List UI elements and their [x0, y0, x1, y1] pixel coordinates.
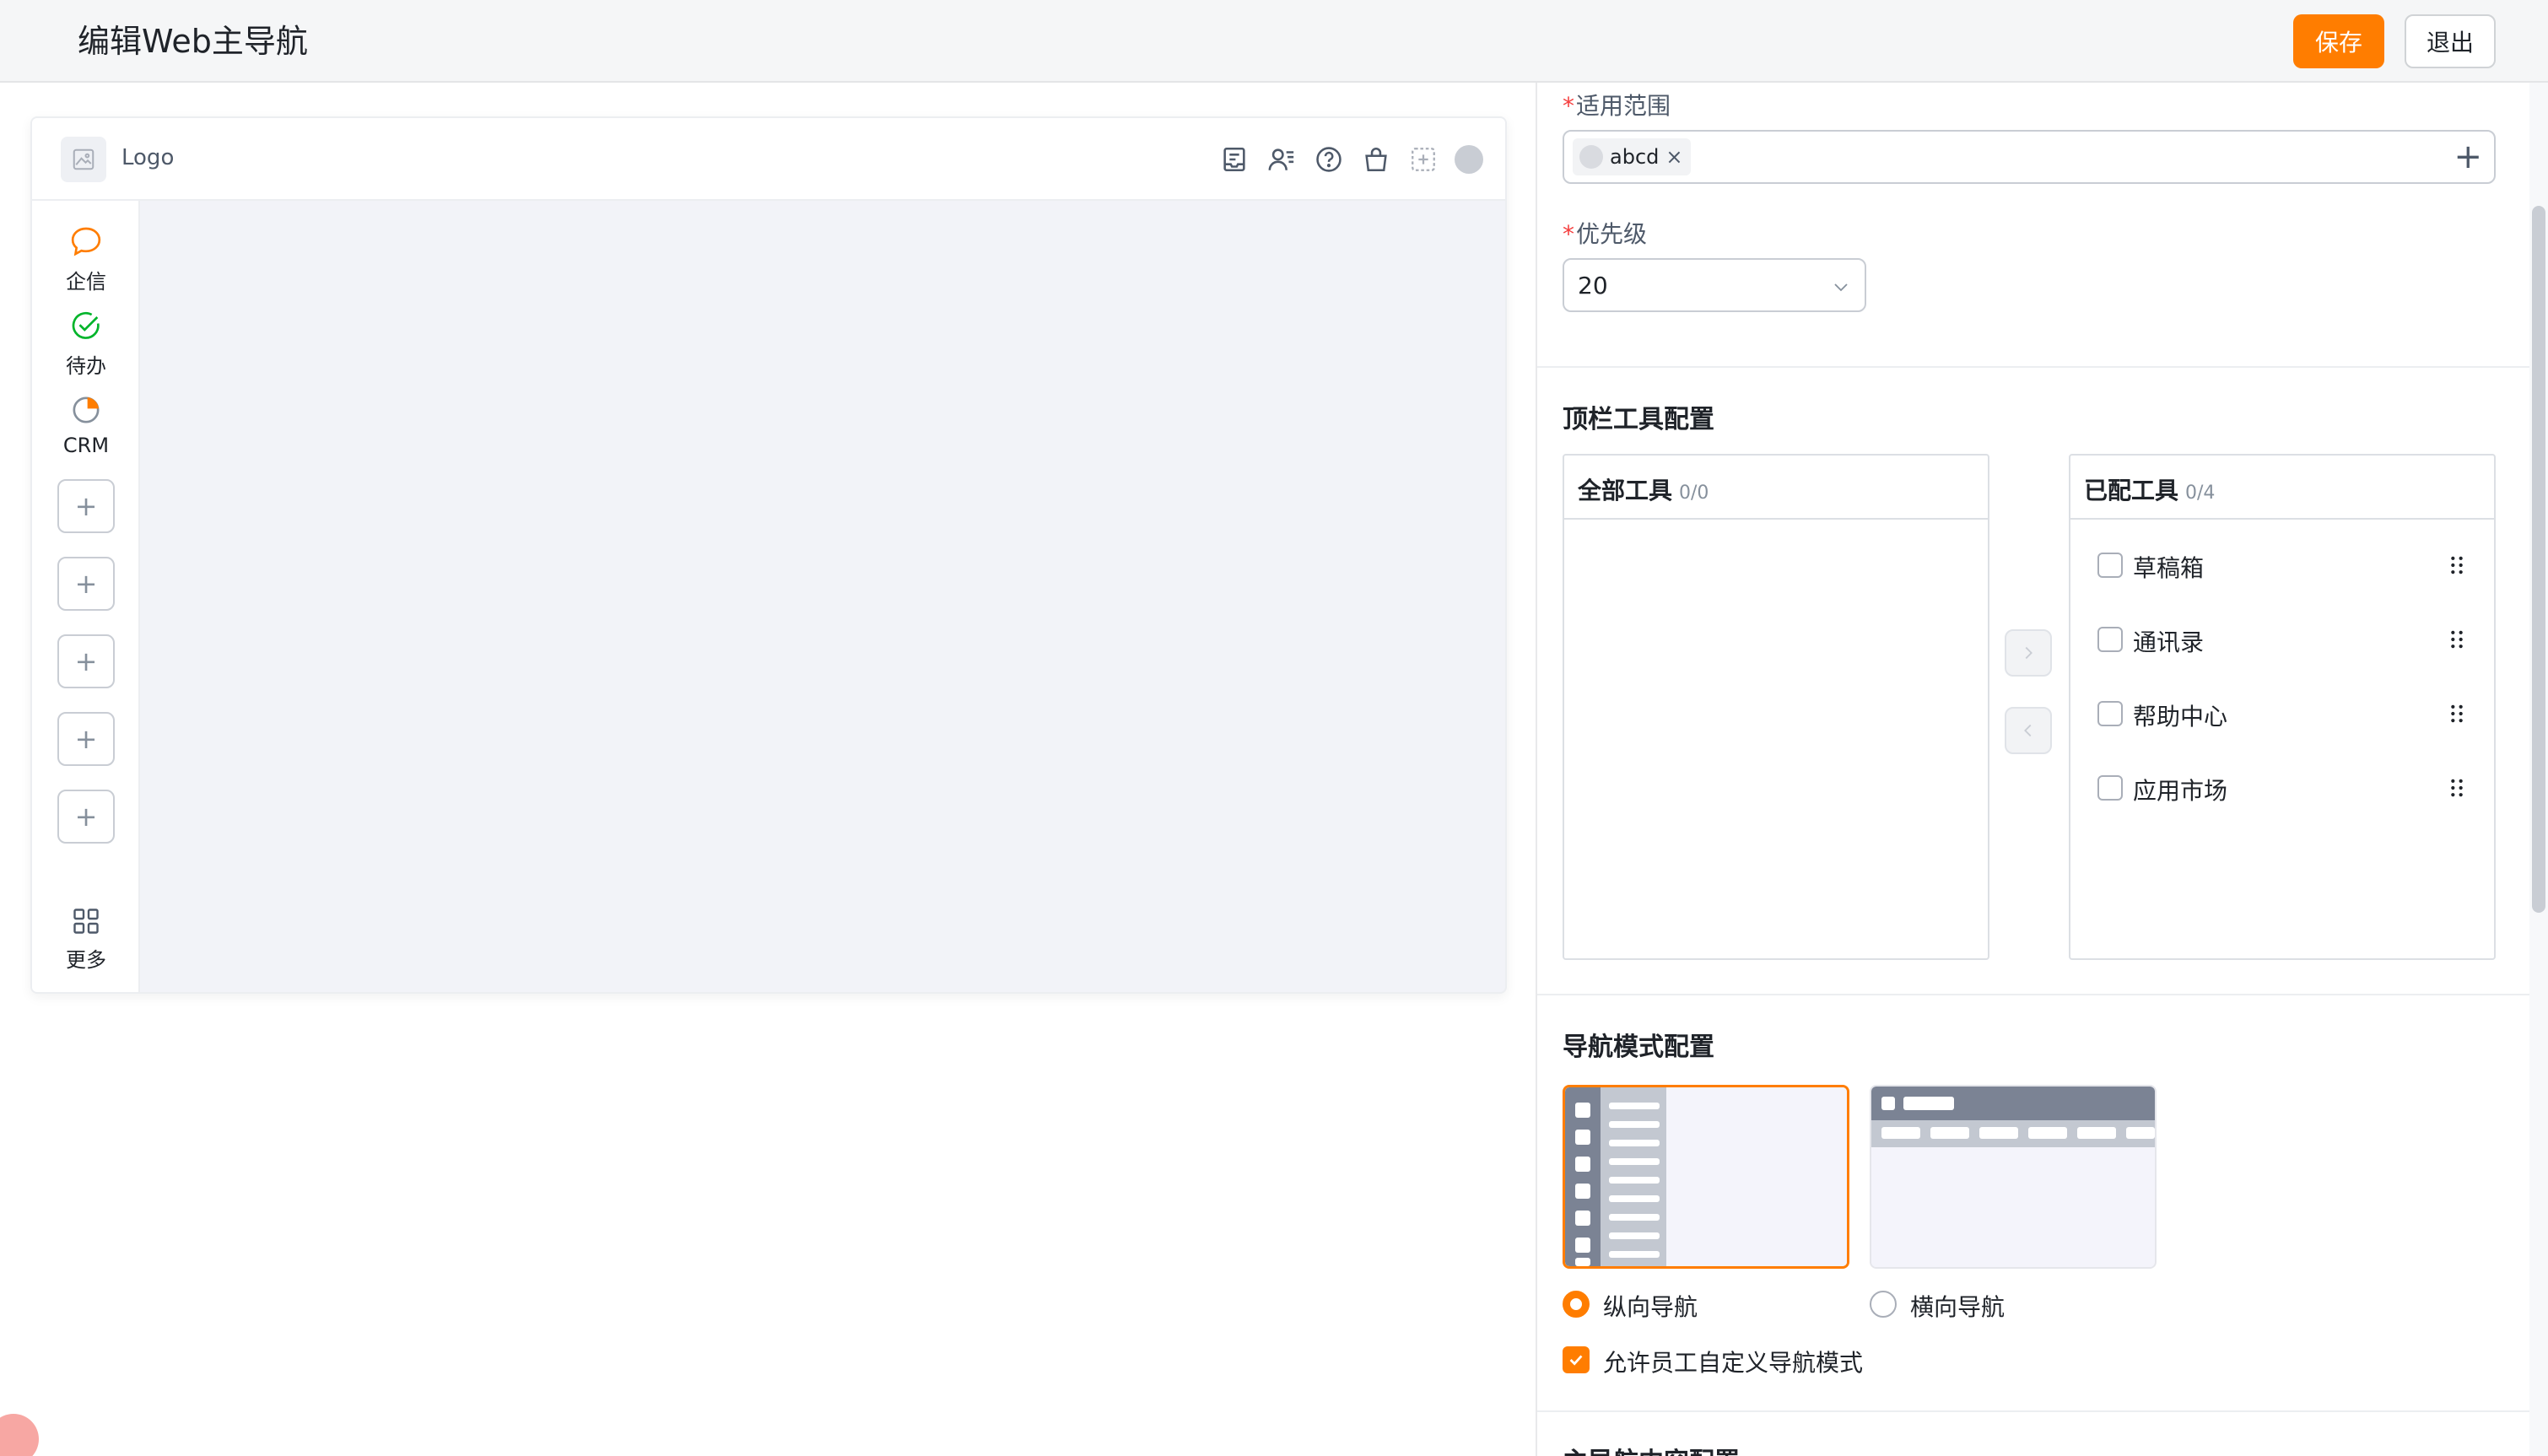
side-app-label: 企信 — [66, 270, 106, 294]
all-tools-title: 全部工具 — [1578, 477, 1673, 504]
drag-handle-icon[interactable] — [2445, 628, 2469, 651]
avatar[interactable] — [1455, 145, 1483, 174]
scope-label: *适用范围 — [1563, 88, 1671, 121]
priority-label: *优先级 — [1563, 216, 1647, 250]
panel-scroll-thumb[interactable] — [2532, 206, 2545, 913]
tag-close-icon[interactable]: × — [1665, 145, 1682, 169]
section-divider — [1537, 994, 2529, 995]
add-dashed-icon[interactable] — [1409, 145, 1438, 174]
configured-tools-count: 0/4 — [2185, 483, 2216, 504]
horizontal-nav-label[interactable]: 横向导航 — [1910, 1289, 2005, 1323]
app-store-icon[interactable] — [1362, 145, 1390, 174]
allow-custom-label[interactable]: 允许员工自定义导航模式 — [1603, 1345, 1863, 1378]
drag-handle-icon[interactable] — [2445, 702, 2469, 725]
side-app-crm[interactable]: CRM — [32, 393, 140, 457]
section-divider — [1537, 1410, 2529, 1412]
tool-checkbox[interactable] — [2097, 627, 2123, 652]
nav-mode-title: 导航模式配置 — [1563, 1033, 1714, 1062]
configured-tools-header: 已配工具 0/4 — [2070, 456, 2494, 520]
horizontal-nav-thumbnail — [1871, 1087, 2155, 1267]
toolbar-config-title: 顶栏工具配置 — [1563, 405, 1714, 434]
vertical-nav-thumbnail — [1565, 1087, 1847, 1266]
save-button[interactable]: 保存 — [2293, 14, 2384, 68]
horizontal-nav-radio[interactable] — [1870, 1291, 1897, 1318]
allow-custom-checkbox[interactable] — [1563, 1346, 1590, 1373]
logo-label: Logo — [121, 145, 175, 170]
tool-name: 帮助中心 — [2133, 703, 2228, 731]
page-header: 编辑Web主导航 保存 退出 — [0, 0, 2548, 83]
section-divider — [1537, 366, 2529, 368]
list-item[interactable]: 通讯录 — [2097, 619, 2469, 660]
add-app-slot[interactable]: + — [57, 634, 115, 688]
chevron-right-icon — [2025, 646, 2032, 660]
list-item[interactable]: 应用市场 — [2097, 768, 2469, 808]
drag-handle-icon[interactable] — [2445, 553, 2469, 577]
scope-label-text: 适用范围 — [1576, 92, 1671, 120]
tag-avatar-icon — [1579, 145, 1603, 169]
all-tools-list: 全部工具 0/0 — [1563, 454, 1989, 960]
contacts-icon[interactable] — [1267, 145, 1296, 174]
add-app-slot[interactable]: + — [57, 479, 115, 533]
vertical-nav-card[interactable] — [1563, 1085, 1849, 1269]
scope-add-icon[interactable]: + — [2454, 137, 2482, 177]
vertical-nav-label[interactable]: 纵向导航 — [1603, 1289, 1698, 1323]
side-more[interactable]: 更多 — [32, 906, 140, 973]
tool-name: 草稿箱 — [2133, 554, 2205, 582]
all-tools-count: 0/0 — [1679, 483, 1709, 504]
logo-placeholder[interactable] — [61, 137, 106, 182]
priority-select[interactable]: 20 — [1563, 258, 1866, 312]
scope-tag-text: abcd — [1610, 145, 1660, 169]
nav-content-config-title: 主导航内容配置 — [1563, 1441, 1740, 1456]
chevron-left-icon — [2024, 724, 2032, 737]
scope-input[interactable]: abcd × + — [1563, 130, 2496, 184]
scope-tag: abcd × — [1573, 138, 1692, 175]
vertical-nav-radio[interactable] — [1563, 1291, 1590, 1318]
chevron-down-icon — [1834, 283, 1848, 292]
move-right-button[interactable] — [2005, 629, 2052, 677]
tool-name: 应用市场 — [2133, 777, 2228, 805]
preview-area: Logo 企信 待办 CRM + + + + + 更多 — [0, 83, 1536, 1456]
tool-name: 通讯录 — [2133, 628, 2205, 656]
checkmark-icon — [1569, 1355, 1583, 1366]
preview-sidebar: 企信 待办 CRM + + + + + 更多 — [32, 201, 140, 992]
pie-chart-icon — [73, 396, 100, 423]
priority-label-text: 优先级 — [1576, 220, 1648, 248]
list-item[interactable]: 帮助中心 — [2097, 693, 2469, 734]
configured-tools-list: 已配工具 0/4 草稿箱 通讯录 帮助中心 应用市场 — [2069, 454, 2496, 960]
grid-icon — [73, 909, 99, 934]
required-mark: * — [1563, 220, 1574, 248]
add-app-slot[interactable]: + — [57, 712, 115, 766]
tool-checkbox[interactable] — [2097, 701, 2123, 726]
all-tools-header: 全部工具 0/0 — [1564, 456, 1988, 520]
drag-handle-icon[interactable] — [2445, 776, 2469, 800]
move-left-button[interactable] — [2005, 707, 2052, 754]
side-more-label: 更多 — [66, 948, 106, 972]
exit-button[interactable]: 退出 — [2405, 14, 2496, 68]
preview-topbar: Logo — [32, 118, 1505, 201]
side-app-todo[interactable]: 待办 — [32, 309, 140, 379]
add-app-slot[interactable]: + — [57, 557, 115, 611]
required-mark: * — [1563, 92, 1574, 120]
tool-checkbox[interactable] — [2097, 775, 2123, 801]
tool-checkbox[interactable] — [2097, 553, 2123, 578]
side-app-qixin[interactable]: 企信 — [32, 224, 140, 294]
nav-preview: Logo 企信 待办 CRM + + + + + 更多 — [30, 116, 1507, 994]
drafts-icon[interactable] — [1220, 145, 1249, 174]
configured-tools-title: 已配工具 — [2084, 477, 2179, 504]
chat-bubble-icon — [71, 227, 101, 256]
side-app-label: 待办 — [66, 354, 106, 378]
side-app-label: CRM — [62, 434, 110, 457]
priority-value: 20 — [1578, 272, 1608, 299]
page-title: 编辑Web主导航 — [78, 23, 308, 60]
list-item[interactable]: 草稿箱 — [2097, 545, 2469, 585]
check-circle-icon — [72, 311, 100, 339]
add-app-slot[interactable]: + — [57, 790, 115, 844]
horizontal-nav-card[interactable] — [1870, 1085, 2157, 1269]
help-icon[interactable] — [1314, 145, 1343, 174]
image-icon — [73, 148, 94, 170]
